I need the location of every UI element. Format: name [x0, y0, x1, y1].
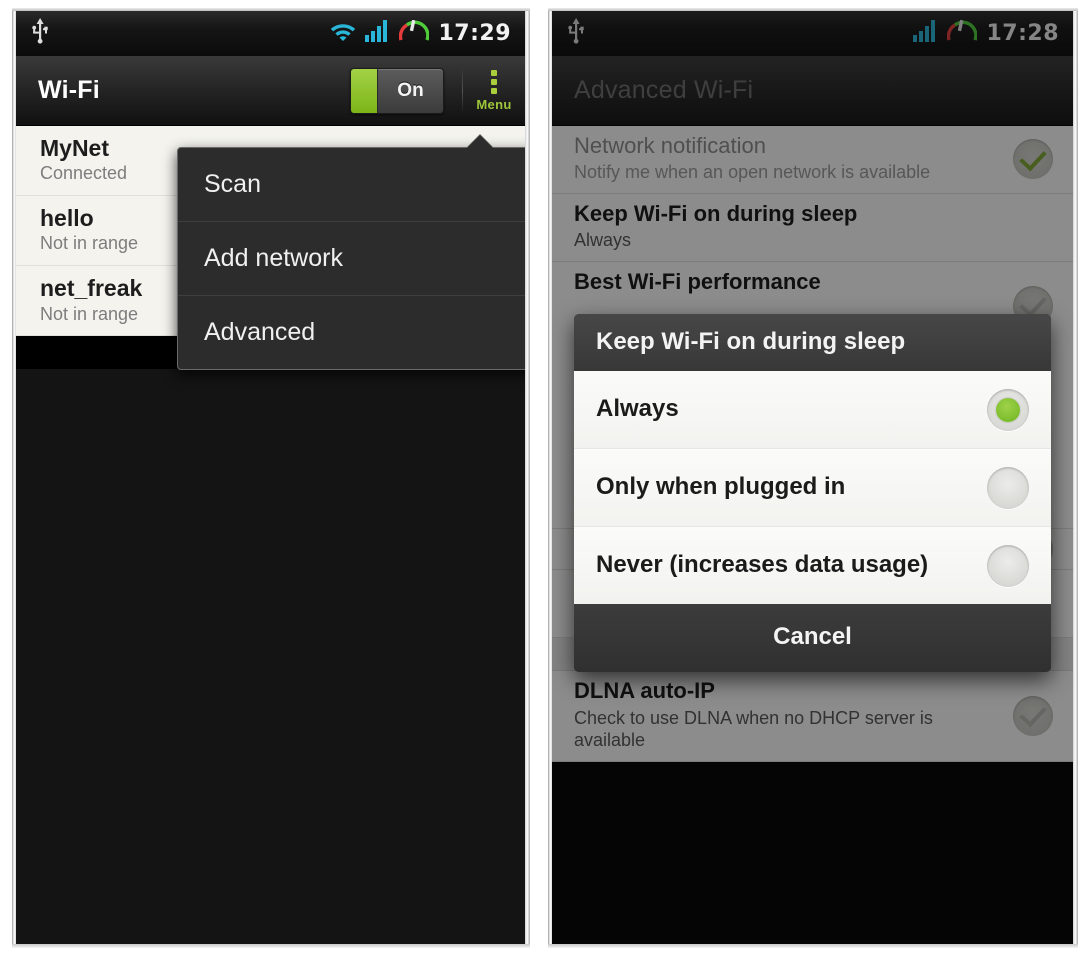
radio-selected-icon[interactable] — [987, 388, 1029, 431]
left-panel-screen: 17:29 Wi-Fi On Menu MyNet Connected hell… — [16, 11, 525, 944]
radio-unselected-icon[interactable] — [987, 544, 1029, 587]
popup-caret — [467, 135, 493, 148]
dialog-cancel-button[interactable]: Cancel — [574, 604, 1051, 672]
wifi-toggle-label: On — [397, 79, 424, 101]
left-panel-bezel-top — [12, 8, 530, 11]
dialog-option-label: Only when plugged in — [596, 473, 846, 500]
dialog-option-never[interactable]: Never (increases data usage) — [574, 527, 1051, 604]
dialog-option-label: Always — [596, 395, 679, 422]
overflow-dots-icon — [491, 69, 497, 94]
signal-bars-icon — [365, 20, 390, 47]
usb-icon — [30, 18, 50, 49]
wifi-icon — [330, 20, 356, 47]
left-panel-bezel-bottom — [12, 944, 530, 948]
left-status-bar-left-icons — [30, 18, 50, 49]
left-status-bar: 17:29 — [16, 11, 525, 56]
dialog-option-label: Never (increases data usage) — [596, 551, 929, 578]
dialog-option-only-when-plugged-in[interactable]: Only when plugged in — [574, 449, 1051, 527]
overflow-menu-button[interactable]: Menu — [463, 56, 525, 126]
wifi-toggle-knob — [351, 68, 378, 113]
empty-list-area — [16, 369, 525, 944]
keep-wifi-on-during-sleep-dialog: Keep Wi-Fi on during sleep Always Only w… — [574, 314, 1051, 672]
screenshot-root: 17:29 Wi-Fi On Menu MyNet Connected hell… — [0, 0, 1090, 956]
right-phone-panel: 17:28 Advanced Wi-Fi Network notificatio… — [548, 8, 1078, 948]
data-meter-icon — [399, 19, 430, 47]
dialog-title: Keep Wi-Fi on during sleep — [574, 314, 1051, 371]
right-panel-screen: 17:28 Advanced Wi-Fi Network notificatio… — [552, 11, 1073, 944]
menu-item-advanced[interactable]: Advanced — [178, 296, 525, 369]
page-title: Wi-Fi — [38, 76, 100, 104]
left-status-bar-right-icons: 17:29 — [330, 19, 511, 47]
right-panel-bezel-top — [548, 8, 1078, 11]
dialog-option-always[interactable]: Always — [574, 371, 1051, 449]
menu-item-add-network[interactable]: Add network — [178, 222, 525, 296]
overflow-menu-popup: Scan Add network Advanced — [177, 135, 525, 370]
overflow-menu-label: Menu — [476, 96, 512, 112]
right-panel-bezel-bottom — [548, 944, 1078, 948]
left-status-bar-clock: 17:29 — [438, 21, 511, 46]
menu-item-scan[interactable]: Scan — [178, 148, 525, 222]
right-panel-bezel-right — [1073, 8, 1078, 948]
right-panel-bezel-left — [548, 8, 552, 948]
radio-unselected-icon[interactable] — [987, 466, 1029, 509]
left-panel-bezel-right — [525, 8, 530, 948]
wifi-toggle-switch[interactable]: On — [350, 67, 444, 114]
left-action-bar: Wi-Fi On Menu — [16, 56, 525, 126]
left-phone-panel: 17:29 Wi-Fi On Menu MyNet Connected hell… — [12, 8, 530, 948]
left-panel-bezel-left — [12, 8, 16, 948]
dialog-options-list: Always Only when plugged in Never (incre… — [574, 371, 1051, 604]
